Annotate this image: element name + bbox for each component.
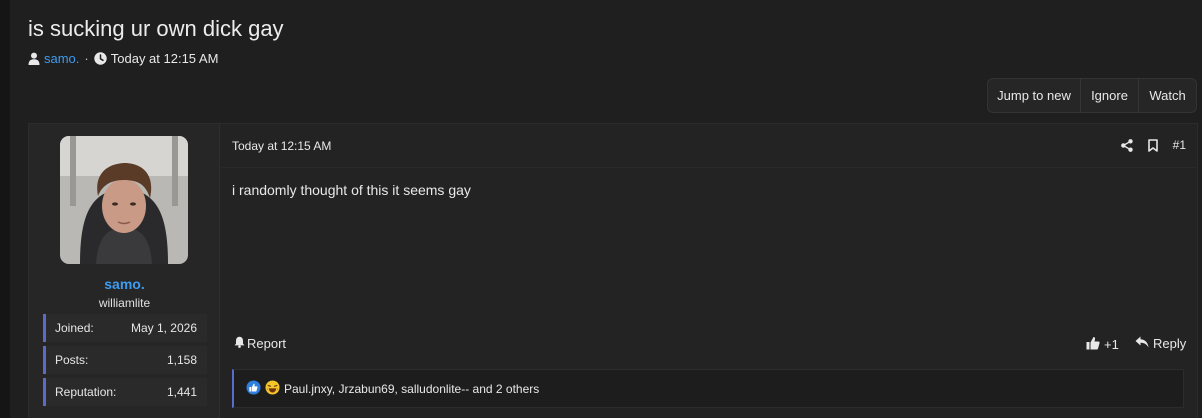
reply-label: Reply (1153, 336, 1187, 351)
post-body: i randomly thought of this it seems gay (232, 182, 471, 198)
laugh-reaction-icon (265, 380, 280, 398)
user-pane: samo. williamlite Joined: May 1, 2026 Po… (29, 124, 220, 418)
message-header: Today at 12:15 AM #1 (221, 124, 1198, 168)
stat-label: Joined: (55, 321, 94, 335)
like-count: +1 (1104, 337, 1119, 352)
meta-separator: · (84, 51, 89, 66)
post-date[interactable]: Today at 12:15 AM (232, 139, 331, 153)
stat-joined: Joined: May 1, 2026 (43, 314, 207, 342)
thread-actions: Jump to new Ignore Watch (987, 78, 1197, 113)
stat-posts: Posts: 1,158 (43, 346, 207, 374)
reactions-bar[interactable]: Paul.jnxy, Jrzabun69, salludonlite-- and… (232, 369, 1184, 408)
post: samo. williamlite Joined: May 1, 2026 Po… (28, 123, 1198, 418)
thumbs-up-icon (1086, 336, 1100, 353)
reply-icon (1135, 336, 1149, 351)
share-icon[interactable] (1120, 138, 1133, 152)
reply-button[interactable]: Reply (1135, 336, 1186, 351)
stat-reputation: Reputation: 1,441 (43, 378, 207, 406)
avatar[interactable] (60, 136, 188, 264)
report-label: Report (247, 336, 287, 351)
post-number-link[interactable]: #1 (1173, 138, 1186, 152)
report-button[interactable]: Report (234, 336, 286, 351)
watch-button[interactable]: Watch (1139, 79, 1196, 112)
jump-to-new-button[interactable]: Jump to new (988, 79, 1081, 112)
like-button[interactable]: +1 (1086, 336, 1119, 353)
thread-meta: samo. · Today at 12:15 AM (28, 51, 218, 66)
stat-label: Reputation: (55, 385, 117, 399)
bell-icon (234, 336, 245, 351)
user-title: williamlite (98, 296, 151, 310)
user-icon (28, 52, 40, 65)
reactions-users[interactable]: Paul.jnxy, Jrzabun69, salludonlite-- and… (284, 382, 539, 396)
message-header-icons: #1 (1120, 138, 1186, 152)
thread-title: is sucking ur own dick gay (28, 16, 284, 41)
stat-value: 1,158 (166, 353, 197, 367)
stat-label: Posts: (55, 353, 89, 367)
bookmark-icon[interactable] (1147, 138, 1158, 152)
stat-value: 1,441 (166, 385, 197, 399)
thread-author-link[interactable]: samo. (44, 51, 79, 66)
post-username[interactable]: samo. (29, 276, 220, 292)
stat-value: May 1, 2026 (130, 321, 197, 335)
left-edge-strip (0, 0, 10, 418)
ignore-button[interactable]: Ignore (1081, 79, 1139, 112)
thread-time[interactable]: Today at 12:15 AM (111, 51, 219, 66)
like-reaction-icon (246, 380, 261, 398)
clock-icon (94, 52, 107, 65)
